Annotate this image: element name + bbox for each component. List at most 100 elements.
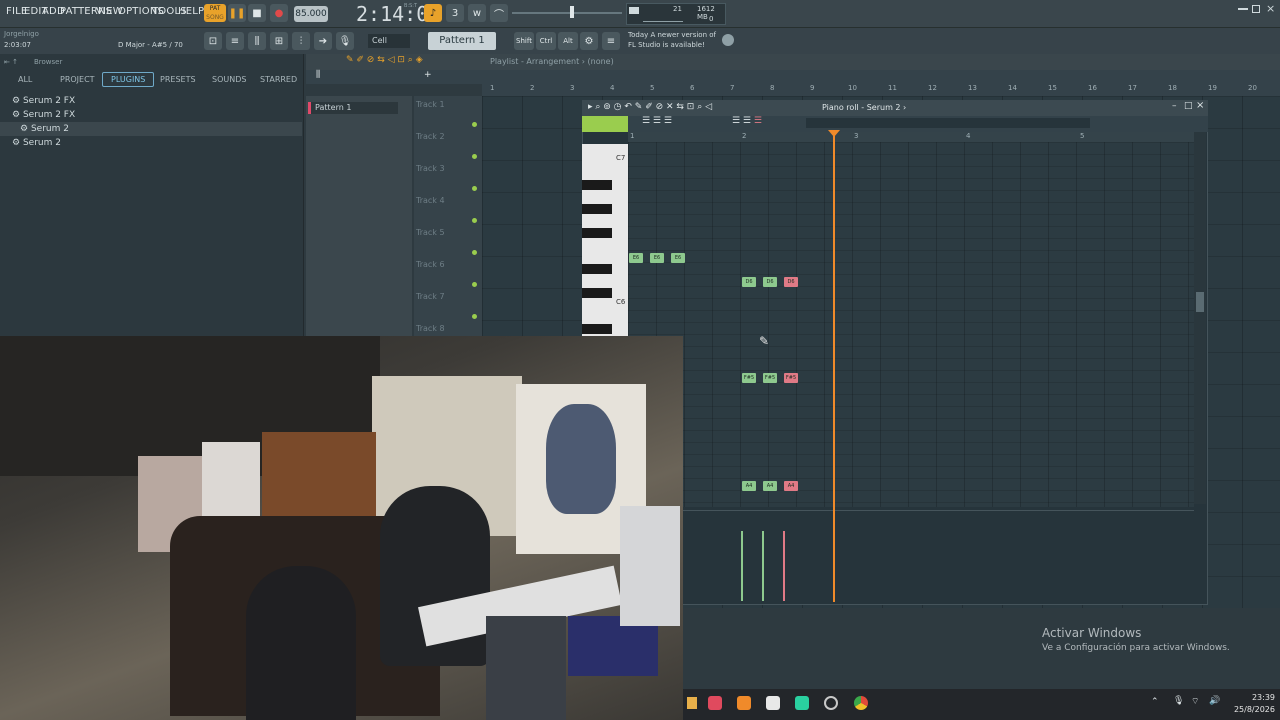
pause-button[interactable]: ❚❚ [228,4,246,22]
piano-roll-tools-icon[interactable]: ▸ ⌕ ⊚ ◷ ↶ ✎ ✐ ⊘ ✕ ⇆ ⊡ ⌕ ◁ [588,102,712,112]
piano-roll-minimize-icon[interactable]: – [1172,101,1177,111]
piano-icon[interactable]: ⫼ [316,70,320,80]
note[interactable]: D6 [763,277,777,287]
piano-roll-maximize-icon[interactable]: □ [1184,101,1193,111]
piano-roll-ruler[interactable]: 1 2 3 4 5 [628,132,1194,142]
track-mute-toggle[interactable] [472,186,477,191]
stop-button[interactable]: ■ [248,4,266,22]
track-mute-toggle[interactable] [472,218,477,223]
news-icon[interactable]: ≡ [602,32,620,50]
note[interactable]: D6 [742,277,756,287]
tab-all[interactable]: ALL [18,75,32,84]
obs-icon[interactable] [824,696,838,710]
pat-song-toggle[interactable]: PAT SONG [204,4,226,22]
master-volume-handle[interactable] [570,6,574,18]
chrome-icon[interactable] [854,696,868,710]
velocity-bar[interactable] [762,531,764,601]
metronome-icon[interactable]: ♪ [424,4,442,22]
step-icon[interactable]: 3 [446,4,464,22]
clock-date[interactable]: 25/8/2026 [1233,705,1275,714]
mixer-icon[interactable]: ≡ [226,32,244,50]
wait-icon[interactable]: w [468,4,486,22]
snap-select[interactable]: Cell [368,34,410,48]
track-mute-toggle[interactable] [472,314,477,319]
tab-presets[interactable]: PRESETS [160,75,196,84]
velocity-lane[interactable] [628,510,1194,602]
browser-nav-icon[interactable]: ⇤ ↑ [4,58,18,66]
capcut-icon[interactable] [766,696,780,710]
microphone-icon[interactable]: 🎙 [336,32,354,50]
shift-key[interactable]: Shift [514,32,534,50]
note[interactable]: A4 [784,481,798,491]
piano-roll-icon[interactable]: ⊞ [270,32,288,50]
update-icon[interactable] [722,34,734,46]
playhead[interactable] [833,132,835,602]
tab-project[interactable]: PROJECT [60,75,95,84]
tray-overflow-icon[interactable]: ⌃ [1151,697,1159,707]
note[interactable]: E6 [629,253,643,263]
piano-roll-close-icon[interactable]: × [1196,100,1204,111]
black-key[interactable] [582,288,612,298]
pattern-item[interactable]: Pattern 1 [308,102,398,114]
tab-plugins[interactable]: PLUGINS [102,72,155,87]
ctrl-key[interactable]: Ctrl [536,32,556,50]
list-item[interactable]: ⚙ Serum 2 [12,138,61,148]
arrow-icon[interactable]: ➔ [314,32,332,50]
note[interactable]: A4 [763,481,777,491]
track-mute-toggle[interactable] [472,122,477,127]
channel-rack-icon[interactable]: ⫼ [248,32,266,50]
settings-icon[interactable]: ⚙ [580,32,598,50]
browser-icon[interactable]: ⫶ [292,32,310,50]
track-mute-toggle[interactable] [472,154,477,159]
black-key[interactable] [582,204,612,214]
record-button[interactable]: ● [270,4,288,22]
list-item[interactable]: ⚙ Serum 2 FX [12,110,75,120]
pencil-tool-icon[interactable]: ✎ ✐ ⊘ ⇆ ◁ ⊡ ⌕ ◈ [346,55,423,65]
menu-help[interactable]: HELP [178,6,204,17]
track-mute-toggle[interactable] [472,282,477,287]
chord-icon[interactable]: ☰ ☰ ☰ [642,116,672,126]
black-key[interactable] [582,264,612,274]
vertical-scrollbar[interactable] [1194,132,1206,504]
list-item[interactable]: ⚙ Serum 2 FX [12,96,75,106]
tab-starred[interactable]: STARRED [260,75,297,84]
note[interactable]: A4 [742,481,756,491]
music-app-icon[interactable] [708,696,722,710]
master-volume-slider[interactable] [512,12,622,14]
note[interactable]: F#5 [742,373,756,383]
black-key[interactable] [582,180,612,190]
playlist-ruler[interactable]: 1 2 3 4 5 6 7 8 9 10 11 12 13 14 15 16 1… [482,84,1280,96]
velocity-bar[interactable] [783,531,785,601]
list-item[interactable]: ⚙ Serum 2 [20,124,69,134]
fl-studio-icon[interactable] [737,696,751,710]
volume-icon[interactable]: 🔊 [1209,696,1220,706]
note[interactable]: E6 [671,253,685,263]
scrollbar-thumb[interactable] [1196,292,1204,312]
add-track-icon[interactable]: + [424,70,432,80]
strum-icon[interactable]: ☰ ☰ ☰ [732,116,762,126]
note[interactable]: D6 [784,277,798,287]
close-icon[interactable]: × [1266,2,1275,15]
countdown-icon[interactable]: ⌒ [490,4,508,22]
black-key[interactable] [582,324,612,334]
alt-key[interactable]: Alt [558,32,578,50]
note[interactable]: F#5 [784,373,798,383]
velocity-bar[interactable] [741,531,743,601]
playhead-marker-icon[interactable] [828,130,840,137]
note-color-swatch[interactable] [582,116,628,132]
track-mute-toggle[interactable] [472,250,477,255]
file-explorer-icon[interactable] [687,697,697,709]
note[interactable]: F#5 [763,373,777,383]
piano-roll-grid[interactable] [628,142,1194,507]
piano-roll-scrollbar[interactable] [806,118,1090,128]
editor-app-icon[interactable] [795,696,809,710]
black-key[interactable] [582,228,612,238]
tab-sounds[interactable]: SOUNDS [212,75,246,84]
network-icon[interactable]: ⌔ [1191,696,1199,707]
note[interactable]: E6 [650,253,664,263]
piano-keyboard[interactable]: C7 C6 [582,144,628,336]
minimize-icon[interactable] [1238,8,1248,10]
tempo-display[interactable]: 85.000 [294,6,328,22]
maximize-icon[interactable] [1252,5,1260,13]
microphone-tray-icon[interactable]: 🎙 [1173,696,1184,706]
